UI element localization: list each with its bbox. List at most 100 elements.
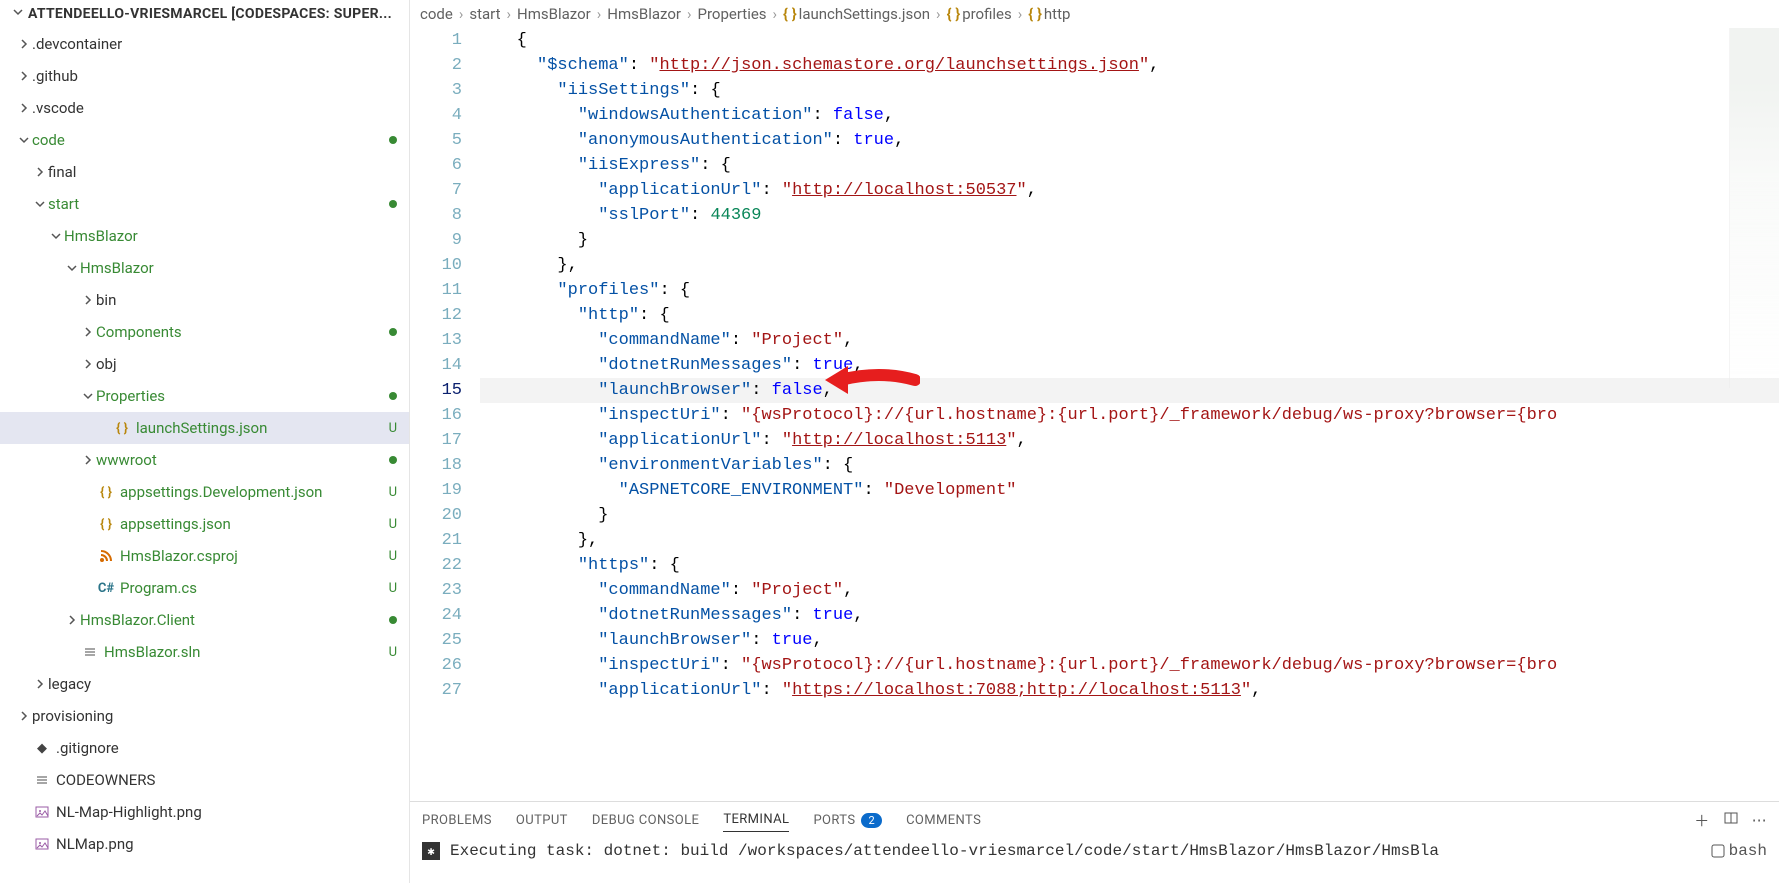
code-line[interactable]: },: [480, 528, 1779, 553]
breadcrumb-item[interactable]: HmsBlazor: [517, 5, 591, 23]
code-line[interactable]: "ASPNETCORE_ENVIRONMENT": "Development": [480, 478, 1779, 503]
panel-tab-terminal[interactable]: TERMINAL: [723, 808, 789, 832]
file-item[interactable]: { }appsettings.jsonU: [0, 508, 409, 540]
code-line[interactable]: }: [480, 228, 1779, 253]
line-number: 4: [410, 103, 462, 128]
file-item[interactable]: HmsBlazor.csprojU: [0, 540, 409, 572]
line-number: 2: [410, 53, 462, 78]
panel-actions: ＋⋯: [1694, 810, 1767, 831]
code-line[interactable]: }: [480, 503, 1779, 528]
file-tree: .devcontainer.github.vscodecodefinalstar…: [0, 28, 409, 860]
code-line[interactable]: "windowsAuthentication": false,: [480, 103, 1779, 128]
folder-item[interactable]: Components: [0, 316, 409, 348]
code-line[interactable]: {: [480, 28, 1779, 53]
line-number: 26: [410, 653, 462, 678]
folder-item[interactable]: .vscode: [0, 92, 409, 124]
line-number: 27: [410, 678, 462, 703]
code-line[interactable]: "inspectUri": "{wsProtocol}://{url.hostn…: [480, 403, 1779, 428]
breadcrumb-item[interactable]: HmsBlazor: [607, 5, 681, 23]
breadcrumb-item[interactable]: { }launchSettings.json: [783, 5, 930, 23]
line-number: 23: [410, 578, 462, 603]
code-line[interactable]: "anonymousAuthentication": true,: [480, 128, 1779, 153]
code-line[interactable]: "applicationUrl": "http://localhost:5113…: [480, 428, 1779, 453]
terminal-shell-label[interactable]: bash: [1711, 842, 1767, 860]
folder-item[interactable]: provisioning: [0, 700, 409, 732]
folder-item[interactable]: .github: [0, 60, 409, 92]
panel-tab-problems[interactable]: PROBLEMS: [422, 809, 492, 832]
code-line[interactable]: "commandName": "Project",: [480, 328, 1779, 353]
line-number: 15: [410, 378, 462, 403]
code-editor[interactable]: 1234567891011121314151617181920212223242…: [410, 28, 1779, 801]
breadcrumb-item[interactable]: start: [469, 5, 500, 23]
folder-item[interactable]: HmsBlazor: [0, 220, 409, 252]
panel-tab-ports[interactable]: PORTS2: [813, 809, 882, 832]
file-item[interactable]: NLMap.png: [0, 828, 409, 860]
explorer-header[interactable]: ATTENDEELLO-VRIESMARCEL [CODESPACES: SUP…: [0, 0, 409, 28]
new-terminal-icon[interactable]: ＋: [1694, 810, 1709, 831]
panel-tab-comments[interactable]: COMMENTS: [906, 809, 981, 832]
code-line[interactable]: "environmentVariables": {: [480, 453, 1779, 478]
folder-item[interactable]: legacy: [0, 668, 409, 700]
breadcrumb-separator: ›: [507, 5, 512, 23]
folder-item[interactable]: HmsBlazor.Client: [0, 604, 409, 636]
panel-tab-output[interactable]: OUTPUT: [516, 809, 568, 832]
breadcrumb-separator: ›: [773, 5, 778, 23]
file-item[interactable]: CODEOWNERS: [0, 764, 409, 796]
folder-item[interactable]: Properties: [0, 380, 409, 412]
breadcrumb-separator: ›: [459, 5, 464, 23]
line-number: 8: [410, 203, 462, 228]
file-item[interactable]: HmsBlazor.slnU: [0, 636, 409, 668]
code-line[interactable]: "dotnetRunMessages": true,: [480, 353, 1779, 378]
folder-item[interactable]: wwwroot: [0, 444, 409, 476]
line-number: 19: [410, 478, 462, 503]
code-line[interactable]: "$schema": "http://json.schemastore.org/…: [480, 53, 1779, 78]
folder-item[interactable]: start: [0, 188, 409, 220]
folder-item[interactable]: bin: [0, 284, 409, 316]
code-line[interactable]: "launchBrowser": true,: [480, 628, 1779, 653]
code-line[interactable]: "inspectUri": "{wsProtocol}://{url.hostn…: [480, 653, 1779, 678]
line-number: 12: [410, 303, 462, 328]
folder-item[interactable]: HmsBlazor: [0, 252, 409, 284]
code-line[interactable]: },: [480, 253, 1779, 278]
file-item[interactable]: { }appsettings.Development.jsonU: [0, 476, 409, 508]
code-line[interactable]: "launchBrowser": false,: [480, 378, 1779, 403]
code-lines[interactable]: { "$schema": "http://json.schemastore.or…: [480, 28, 1779, 801]
code-line[interactable]: "http": {: [480, 303, 1779, 328]
code-line[interactable]: "iisSettings": {: [480, 78, 1779, 103]
split-terminal-icon[interactable]: [1724, 811, 1738, 829]
file-item[interactable]: ◆.gitignore: [0, 732, 409, 764]
folder-item[interactable]: obj: [0, 348, 409, 380]
folder-item[interactable]: code: [0, 124, 409, 156]
code-line[interactable]: "commandName": "Project",: [480, 578, 1779, 603]
code-line[interactable]: "applicationUrl": "https://localhost:708…: [480, 678, 1779, 703]
code-line[interactable]: "dotnetRunMessages": true,: [480, 603, 1779, 628]
breadcrumb[interactable]: code › start › HmsBlazor › HmsBlazor › Propertie…: [410, 0, 1779, 28]
terminal-body[interactable]: ✱ Executing task: dotnet: build /workspa…: [410, 838, 1779, 864]
code-line[interactable]: "https": {: [480, 553, 1779, 578]
file-item[interactable]: NL-Map-Highlight.png: [0, 796, 409, 828]
task-spinner-icon: ✱: [422, 842, 440, 860]
folder-item[interactable]: final: [0, 156, 409, 188]
file-item[interactable]: { }launchSettings.jsonU: [0, 412, 409, 444]
breadcrumb-item[interactable]: { }profiles: [947, 5, 1012, 23]
code-line[interactable]: "sslPort": 44369: [480, 203, 1779, 228]
more-icon[interactable]: ⋯: [1752, 811, 1767, 829]
code-line[interactable]: "applicationUrl": "http://localhost:5053…: [480, 178, 1779, 203]
line-number: 6: [410, 153, 462, 178]
line-number: 22: [410, 553, 462, 578]
line-number: 9: [410, 228, 462, 253]
breadcrumb-item[interactable]: Properties: [698, 5, 767, 23]
code-line[interactable]: "iisExpress": {: [480, 153, 1779, 178]
breadcrumb-item[interactable]: { }http: [1028, 5, 1070, 23]
line-number: 5: [410, 128, 462, 153]
line-number: 20: [410, 503, 462, 528]
panel-tab-debug-console[interactable]: DEBUG CONSOLE: [592, 809, 699, 832]
code-line[interactable]: "profiles": {: [480, 278, 1779, 303]
breadcrumb-separator: ›: [1018, 5, 1023, 23]
line-number: 24: [410, 603, 462, 628]
line-number: 13: [410, 328, 462, 353]
folder-item[interactable]: .devcontainer: [0, 28, 409, 60]
breadcrumb-item[interactable]: code: [420, 5, 453, 23]
file-item[interactable]: C#Program.csU: [0, 572, 409, 604]
minimap[interactable]: [1729, 28, 1779, 388]
